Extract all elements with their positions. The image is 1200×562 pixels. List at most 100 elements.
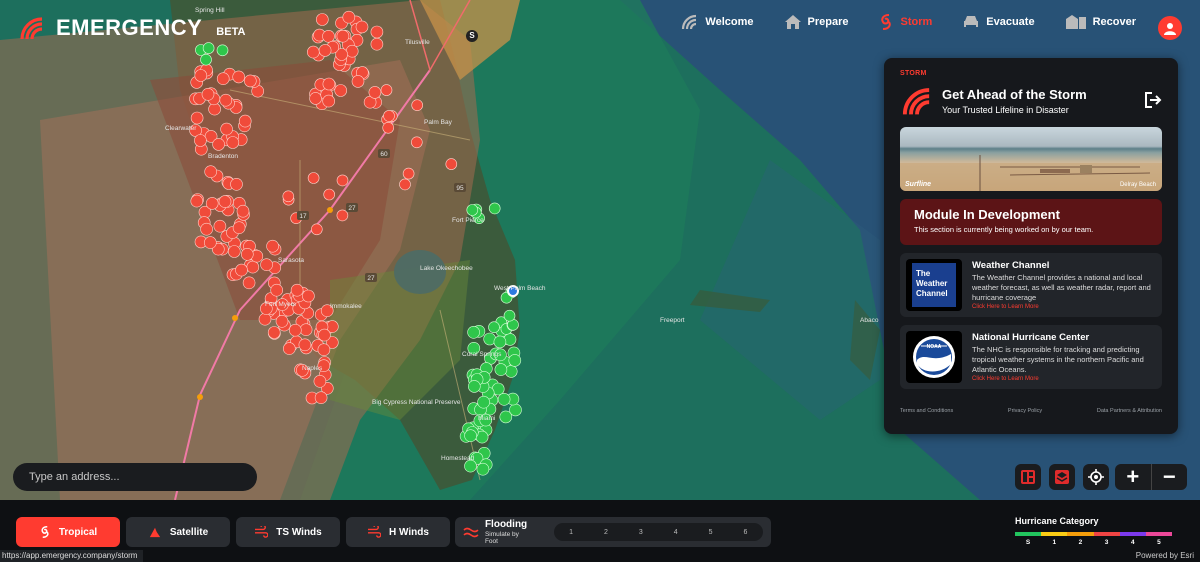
flood-level-4[interactable]: 4 [674,529,678,536]
shelter-marker[interactable] [314,391,328,405]
shelter-marker[interactable] [445,158,458,170]
shelter-marker[interactable] [212,138,225,151]
shelter-marker[interactable] [288,323,302,337]
data-partners-link[interactable]: Data Partners & Attribution [1097,408,1162,414]
shelter-marker[interactable] [503,309,516,322]
shelter-marker[interactable] [228,245,241,258]
shelter-marker[interactable] [275,314,289,328]
shelter-marker[interactable] [246,260,260,274]
shelter-marker[interactable] [318,328,331,342]
basemap-button[interactable] [1015,464,1041,490]
shelter-marker[interactable] [317,343,331,357]
shelter-marker[interactable] [282,342,296,355]
powered-by-esri[interactable]: Powered by Esri [1136,551,1194,560]
nav-welcome[interactable]: Welcome [681,14,754,30]
app-logo[interactable]: EMERGENCY BETA [18,15,245,41]
shelter-marker[interactable] [204,165,217,178]
shelter-marker[interactable] [488,202,501,215]
shelter-marker[interactable] [351,75,365,88]
shelter-marker[interactable] [267,326,281,339]
shelter-marker[interactable] [299,323,313,337]
weather-channel-card[interactable]: The Weather Channel Weather Channel The … [900,253,1162,317]
shelter-marker[interactable] [322,94,336,108]
nav-prepare[interactable]: Prepare [784,14,848,30]
shelter-marker[interactable] [190,111,204,125]
shelter-marker[interactable] [219,93,233,107]
shelter-marker[interactable] [476,462,490,476]
ts-winds-layer-button[interactable]: TS Winds [236,517,340,547]
beach-webcam[interactable]: Surfline Delray Beach [900,127,1162,191]
shelter-marker[interactable] [464,429,477,443]
shelter-marker[interactable] [238,114,252,128]
shelter-marker[interactable] [504,365,518,378]
shelter-marker[interactable] [313,374,327,388]
shelter-marker[interactable] [190,194,204,208]
shelter-marker[interactable] [200,222,213,236]
shelter-marker[interactable] [270,283,284,297]
shelter-marker[interactable] [336,209,349,222]
flood-level-slider[interactable]: 1 2 3 4 5 6 [553,523,763,541]
shelter-marker[interactable] [494,363,508,376]
shelter-marker[interactable] [323,188,336,201]
shelter-marker[interactable] [383,110,395,122]
shelter-marker[interactable] [493,335,507,349]
shelter-marker[interactable] [235,263,248,277]
nav-storm[interactable]: Storm [878,14,932,30]
learn-more-link[interactable]: Click Here to Learn More [972,304,1156,310]
flood-level-2[interactable]: 2 [604,529,608,536]
shelter-marker[interactable] [298,338,312,352]
shelter-marker[interactable] [201,88,215,101]
shelter-marker[interactable] [230,178,243,191]
address-search-input[interactable] [13,463,257,491]
layers-button[interactable] [1049,464,1075,490]
h-winds-layer-button[interactable]: H Winds [346,517,450,547]
shelter-marker[interactable] [368,86,382,99]
shelter-marker[interactable] [322,77,336,91]
shelter-marker[interactable] [309,92,322,105]
shelter-marker[interactable] [302,289,315,303]
flood-level-3[interactable]: 3 [639,529,643,536]
shelter-marker[interactable] [399,178,411,191]
shelter-marker[interactable] [411,99,424,111]
shelter-marker[interactable] [216,72,230,85]
shelter-marker[interactable] [497,392,511,406]
user-avatar[interactable] [1158,16,1182,40]
shelter-marker[interactable] [205,197,219,210]
shelter-marker[interactable] [467,325,480,339]
shelter-marker[interactable] [477,395,490,409]
shelter-marker[interactable] [334,84,348,97]
nav-recover[interactable]: Recover [1065,14,1136,30]
shelter-marker[interactable] [307,172,320,184]
shelter-marker[interactable] [258,312,272,326]
shelter-marker[interactable] [336,174,349,187]
shelter-marker[interactable] [466,204,479,216]
shelter-marker[interactable] [194,134,207,147]
tropical-layer-button[interactable]: Tropical [16,517,120,547]
shelter-marker[interactable] [310,223,323,236]
shelter-marker[interactable] [380,84,393,96]
shelter-marker[interactable] [467,380,481,393]
shelter-marker[interactable] [242,276,256,290]
nav-evacuate[interactable]: Evacuate [962,14,1035,30]
shelter-marker[interactable] [290,283,304,297]
shelter-marker[interactable] [241,248,254,261]
flooding-control[interactable]: Flooding Simulate by Foot 1 2 3 4 5 6 [455,517,771,547]
privacy-link[interactable]: Privacy Policy [1008,408,1042,414]
flood-level-1[interactable]: 1 [569,529,573,536]
zoom-in-button[interactable]: + [1115,464,1152,490]
shelter-marker[interactable] [260,258,273,272]
shelter-marker[interactable] [410,136,423,149]
shelter-marker[interactable] [266,239,279,253]
nhc-card[interactable]: NOAA National Hurricane Center The NHC i… [900,325,1162,389]
shelter-marker[interactable] [282,190,295,203]
flood-level-5[interactable]: 5 [709,529,713,536]
shelter-marker[interactable] [220,122,233,136]
shelter-marker[interactable] [226,136,240,149]
shelter-marker[interactable] [488,321,500,334]
shelter-marker[interactable] [402,167,415,180]
shelter-marker[interactable] [244,74,257,88]
shelter-marker[interactable] [232,70,245,84]
shelter-marker[interactable] [218,195,232,208]
locate-button[interactable] [1083,464,1109,490]
shelter-marker[interactable] [508,354,522,367]
